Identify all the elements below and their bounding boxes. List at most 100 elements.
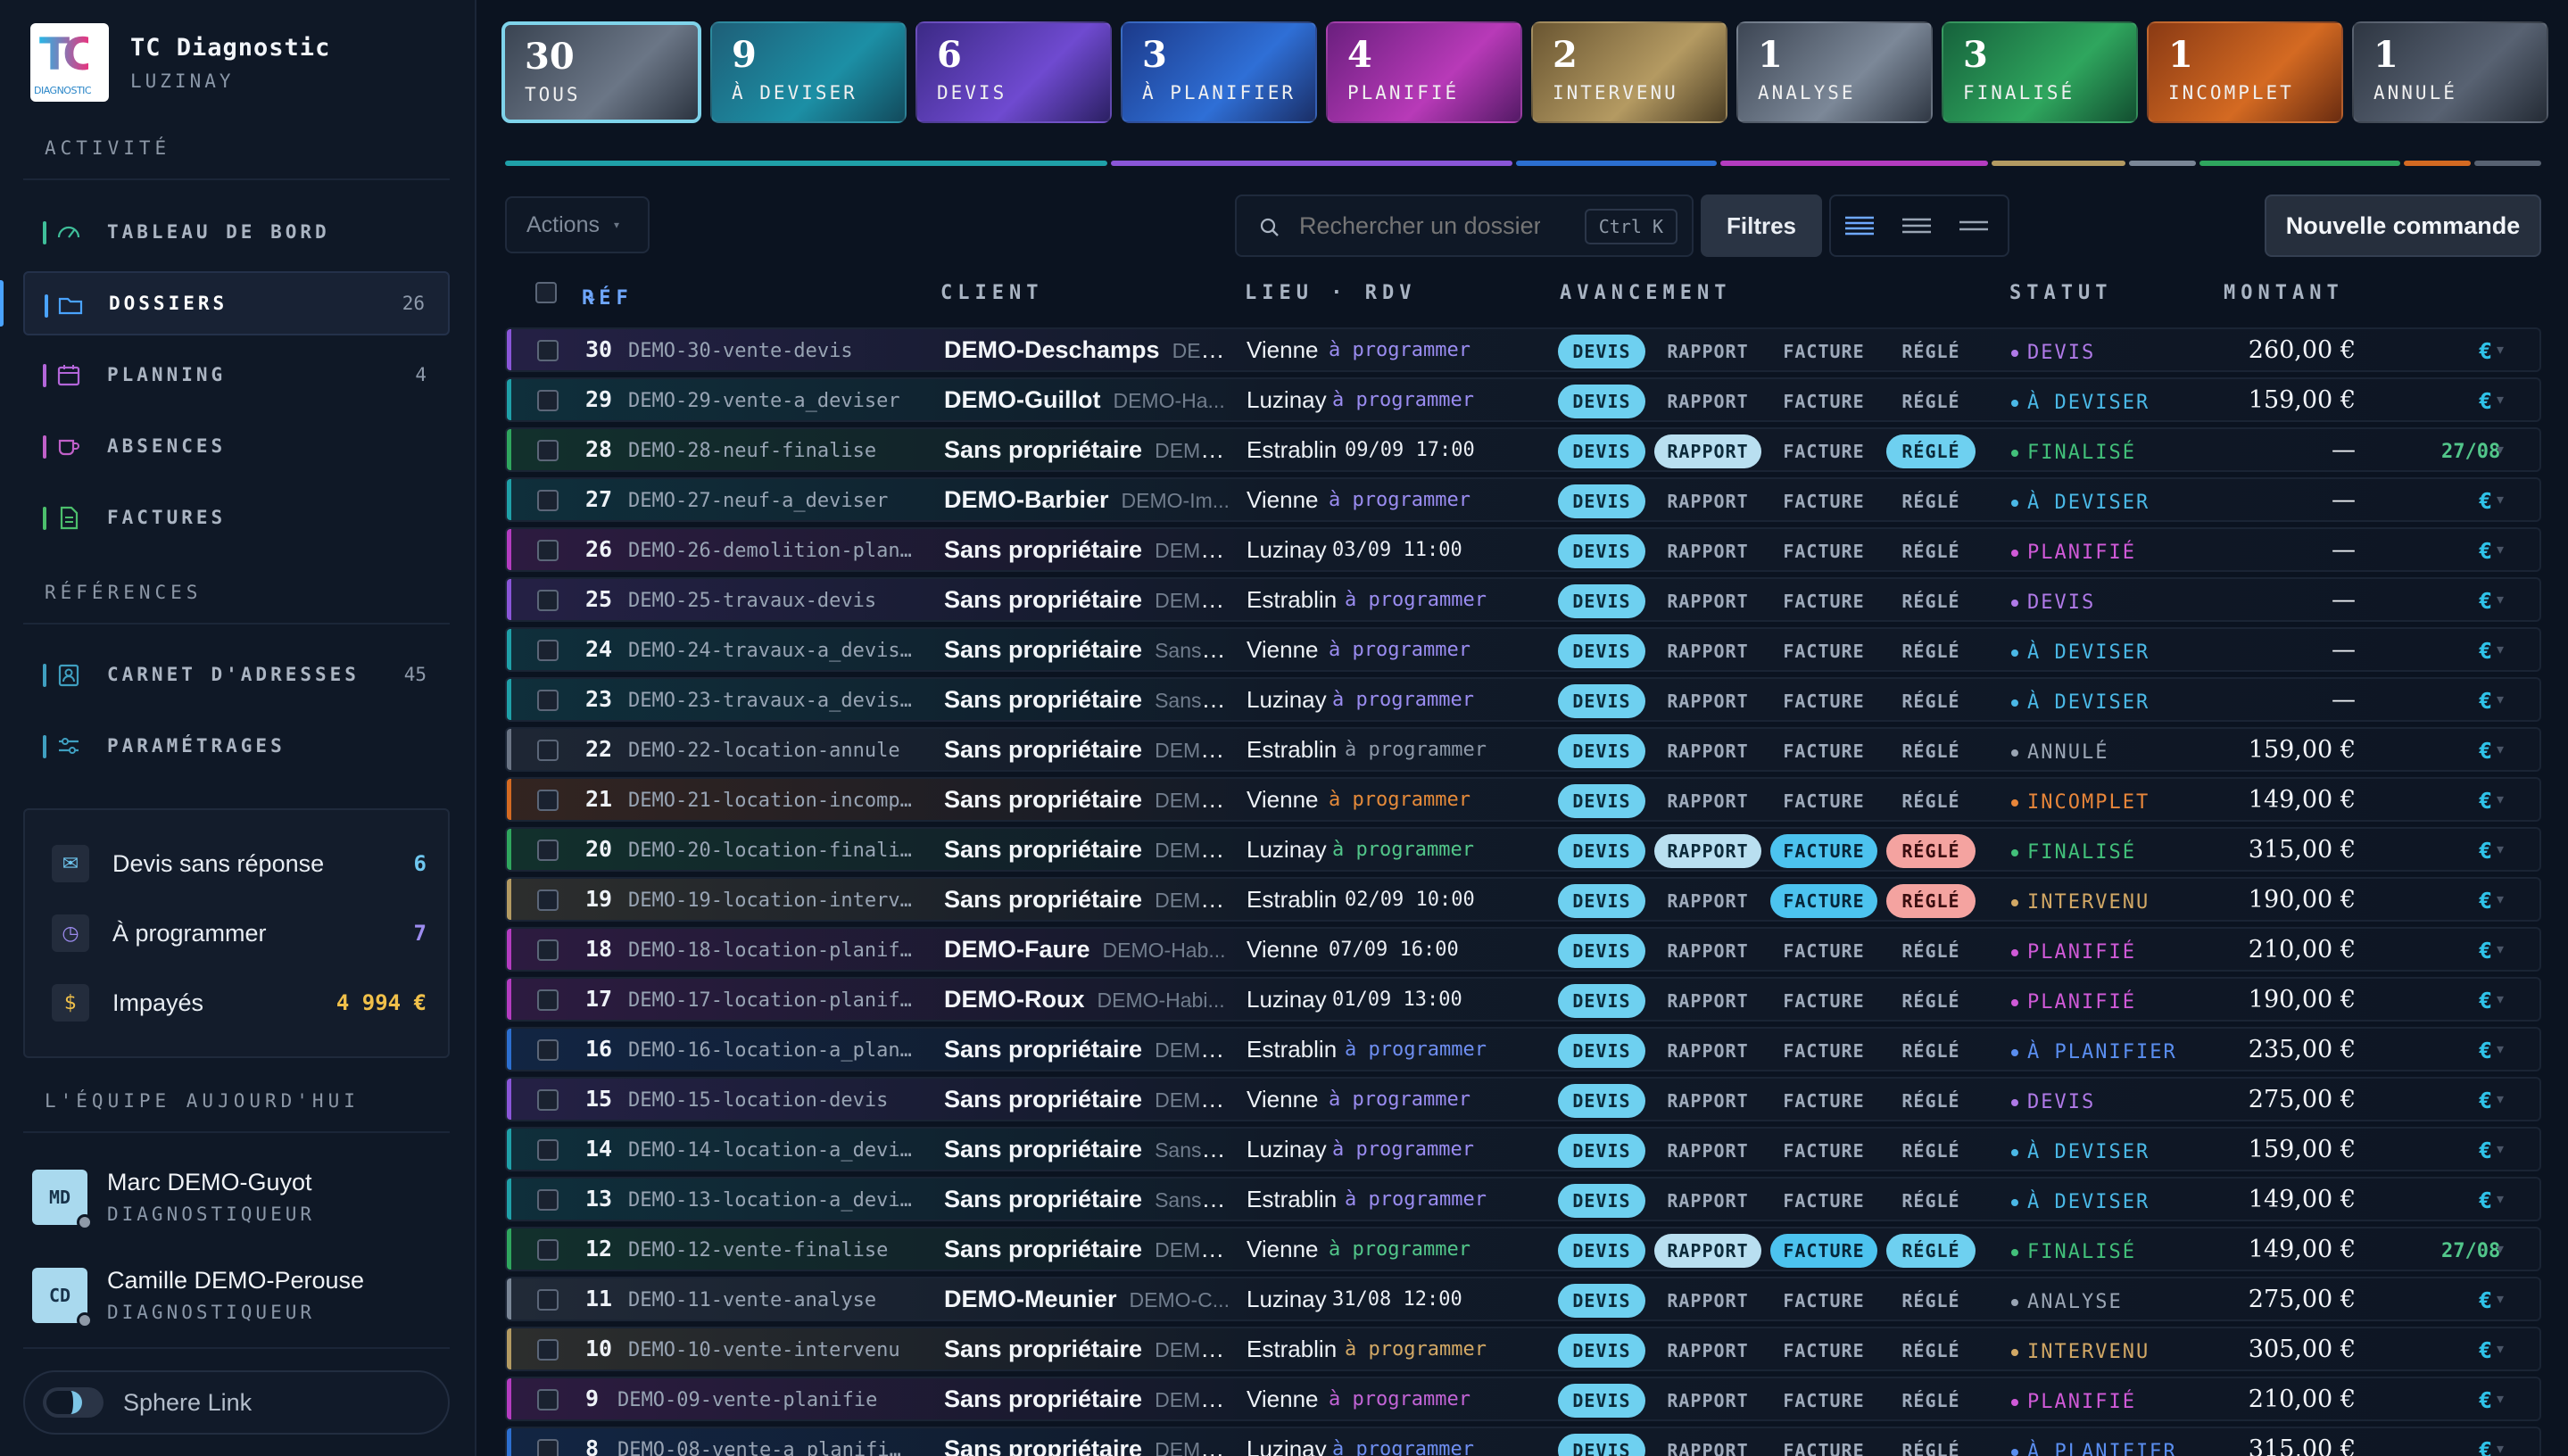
row-client[interactable]: Sans propriétaire DEMO-... [944,536,1230,564]
row-client[interactable]: DEMO-Barbier DEMO-Im... [944,486,1230,514]
row-checkbox[interactable] [537,790,559,811]
pill-devis[interactable]: DEVIS [1558,1134,1645,1168]
pill-devis[interactable]: DEVIS [1558,1034,1645,1068]
row-appointment[interactable]: à programmer [1345,1188,1487,1211]
table-row[interactable]: 11 DEMO-11-vente-analyse DEMO-Meunier DEMO-… [505,1277,2541,1321]
pill-facture[interactable]: FACTURE [1770,1284,1877,1318]
pill-facture[interactable]: FACTURE [1770,634,1877,668]
pill-rapport[interactable]: RAPPORT [1654,734,1761,768]
column-header-client[interactable]: CLIENT [940,282,1043,304]
status-card-intervenu[interactable]: 2 INTERVENU [1531,21,1727,123]
pill-devis[interactable]: DEVIS [1558,1384,1645,1418]
row-payment[interactable]: € [2479,788,2492,814]
row-payment[interactable]: € [2479,988,2492,1013]
status-card-tous[interactable]: 30 TOUS [501,21,701,123]
chevron-down-icon[interactable]: ▾ [2497,840,2504,857]
stat-impayes[interactable]: $ Impayés 4 994 € [52,976,427,1030]
row-checkbox[interactable] [537,690,559,711]
sidebar-item-factures[interactable]: FACTURES [23,485,450,550]
pill-rapport[interactable]: RAPPORT [1654,934,1761,968]
status-card-devis[interactable]: 6 DEVIS [915,21,1112,123]
row-reference[interactable]: DEMO-29-vente-a_deviser [628,390,923,412]
pill-devis[interactable]: DEVIS [1558,884,1645,918]
row-payment[interactable]: € [2479,688,2492,714]
row-appointment[interactable]: à programmer [1332,839,1474,861]
row-reference[interactable]: DEMO-17-location-planifie [628,989,923,1012]
pill-rapport[interactable]: RAPPORT [1654,784,1761,818]
pill-facture[interactable]: FACTURE [1770,484,1877,518]
pill-facture[interactable]: FACTURE [1770,534,1877,568]
density-compact-button[interactable] [1831,198,1888,253]
row-payment[interactable]: € [2479,1287,2492,1313]
row-reference[interactable]: DEMO-10-vente-intervenu [628,1339,923,1361]
row-reference[interactable]: DEMO-08-vente-a_planifier [617,1439,912,1456]
pill-facture[interactable]: FACTURE [1770,1034,1877,1068]
row-checkbox[interactable] [537,340,559,361]
pill-devis[interactable]: DEVIS [1558,684,1645,718]
pill-rapport[interactable]: RAPPORT [1654,1084,1761,1118]
row-reference[interactable]: DEMO-09-vente-planifie [617,1389,912,1411]
row-reference[interactable]: DEMO-26-demolition-planifie [628,540,923,562]
row-payment[interactable]: € [2479,538,2492,564]
sidebar-item-dossiers[interactable]: DOSSIERS 26 [23,271,450,335]
table-row[interactable]: 9 DEMO-09-vente-planifie Sans propriétaire… [505,1377,2541,1421]
pill-facture[interactable]: FACTURE [1770,1184,1877,1218]
table-row[interactable]: 14 DEMO-14-location-a_deviser Sans proprié… [505,1127,2541,1171]
row-client[interactable]: Sans propriétaire DEMO-... [944,786,1230,814]
pill-regle[interactable]: RÉGLÉ [1886,1084,1976,1118]
row-reference[interactable]: DEMO-14-location-a_deviser [628,1139,923,1162]
row-checkbox[interactable] [537,590,559,611]
chevron-down-icon[interactable]: ▾ [2497,1340,2504,1357]
pill-devis[interactable]: DEVIS [1558,1184,1645,1218]
row-appointment[interactable]: à programmer [1329,1088,1470,1111]
table-row[interactable]: 29 DEMO-29-vente-a_deviser DEMO-Guillot DEM… [505,377,2541,422]
pill-regle[interactable]: RÉGLÉ [1886,784,1976,818]
pill-rapport[interactable]: RAPPORT [1654,1434,1761,1456]
column-header-lieu[interactable]: LIEU · RDV [1245,282,1416,304]
pill-devis[interactable]: DEVIS [1558,734,1645,768]
row-client[interactable]: Sans propriétaire DEMO-... [944,736,1230,764]
chevron-down-icon[interactable]: ▾ [2497,1440,2504,1456]
table-row[interactable]: 15 DEMO-15-location-devis Sans propriétair… [505,1077,2541,1121]
row-payment[interactable]: € [2479,1437,2492,1456]
pill-facture[interactable]: FACTURE [1770,1334,1877,1368]
row-reference[interactable]: DEMO-21-location-incomplet [628,790,923,812]
row-checkbox[interactable] [537,1239,559,1261]
brand[interactable]: TC DIAGNOSTIC TC Diagnostic LUZINAY [30,23,330,102]
row-checkbox[interactable] [537,1039,559,1061]
row-appointment[interactable]: à programmer [1332,689,1474,711]
chevron-down-icon[interactable]: ▾ [2497,491,2504,508]
pill-devis[interactable]: DEVIS [1558,934,1645,968]
row-payment[interactable]: € [2479,338,2492,364]
row-client[interactable]: Sans propriétaire DEMO-... [944,836,1230,864]
chevron-down-icon[interactable]: ▾ [2497,1390,2504,1407]
table-row[interactable]: 19 DEMO-19-location-intervenu Sans proprié… [505,877,2541,922]
row-client[interactable]: DEMO-Meunier DEMO-C... [944,1286,1230,1313]
pill-facture[interactable]: FACTURE [1770,884,1877,918]
chevron-down-icon[interactable]: ▾ [2497,1240,2504,1257]
pill-devis[interactable]: DEVIS [1558,784,1645,818]
new-order-button[interactable]: Nouvelle commande [2265,194,2541,257]
sidebar-item-param-trages[interactable]: PARAMÉTRAGES [23,714,450,778]
table-row[interactable]: 20 DEMO-20-location-finalise Sans propriét… [505,827,2541,872]
pill-devis[interactable]: DEVIS [1558,434,1645,468]
table-row[interactable]: 30DEMO-30-vente-devisDEMO-DeschampsDEMO-… [505,327,2541,372]
pill-rapport[interactable]: RAPPORT [1654,484,1761,518]
pill-regle[interactable]: RÉGLÉ [1886,1234,1976,1268]
chevron-down-icon[interactable]: ▾ [2497,591,2504,608]
pill-rapport[interactable]: RAPPORT [1654,385,1761,418]
row-checkbox[interactable] [537,540,559,561]
chevron-down-icon[interactable]: ▾ [2497,691,2504,707]
status-card-annulé[interactable]: 1 ANNULÉ [2352,21,2548,123]
pill-devis[interactable]: DEVIS [1558,984,1645,1018]
row-reference[interactable]: DEMO-27-neuf-a_deviser [628,490,923,512]
row-reference[interactable]: DEMO-15-location-devis [628,1089,923,1112]
table-row[interactable]: 25 DEMO-25-travaux-devis Sans propriétaire… [505,577,2541,622]
row-checkbox[interactable] [537,1339,559,1361]
column-header-statut[interactable]: STATUT [2009,282,2112,304]
row-payment[interactable]: € [2479,1038,2492,1063]
row-checkbox[interactable] [537,889,559,911]
pill-regle[interactable]: RÉGLÉ [1886,1134,1976,1168]
row-appointment[interactable]: à programmer [1329,639,1470,661]
row-checkbox[interactable] [537,1189,559,1211]
